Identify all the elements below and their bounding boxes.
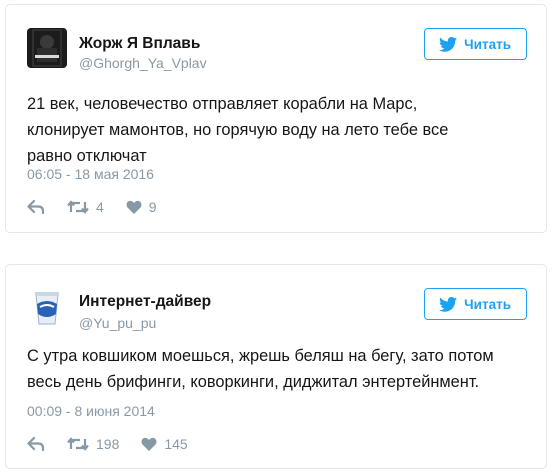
avatar[interactable]	[27, 28, 67, 68]
user-handle[interactable]: @Yu_pu_pu	[79, 315, 156, 331]
tweet-card: Жорж Я Вплавь @Ghorgh_Ya_Vplav Читать 21…	[5, 4, 547, 233]
retweet-count: 198	[96, 436, 120, 452]
retweet-icon	[67, 200, 89, 214]
retweet-button[interactable]: 198	[67, 436, 119, 452]
heart-icon	[126, 200, 142, 214]
tweet-text-line: С утра ковшиком моешься, жрешь беляш на …	[27, 347, 494, 365]
heart-icon	[141, 437, 157, 451]
tweet-text-line: весь день брифинги, коворкинги, диджитал…	[27, 373, 480, 391]
retweet-button[interactable]: 4	[67, 199, 104, 215]
twitter-bird-icon	[439, 296, 458, 312]
timestamp-link[interactable]: 00:09 - 8 июня 2014	[27, 403, 155, 419]
avatar[interactable]	[27, 288, 67, 328]
retweet-icon	[67, 437, 89, 451]
tweet-actions: 4 9	[27, 199, 157, 215]
follow-button[interactable]: Читать	[424, 28, 527, 60]
like-button[interactable]: 145	[141, 436, 188, 452]
user-handle[interactable]: @Ghorgh_Ya_Vplav	[79, 55, 207, 71]
reply-button[interactable]	[27, 200, 45, 214]
reply-icon	[27, 200, 45, 214]
like-count: 9	[148, 199, 157, 215]
follow-label: Читать	[464, 36, 511, 52]
book-cover-avatar-icon	[27, 28, 67, 68]
tweet-text: 21 век, человечество отправляет корабли …	[27, 91, 532, 169]
follow-button[interactable]: Читать	[424, 288, 527, 320]
like-count: 145	[164, 436, 188, 452]
tweet-text-line: 21 век, человечество отправляет корабли …	[27, 95, 418, 113]
tweet-feed: Жорж Я Вплавь @Ghorgh_Ya_Vplav Читать 21…	[0, 0, 552, 473]
display-name[interactable]: Жорж Я Вплавь	[79, 35, 200, 53]
follow-label: Читать	[464, 296, 511, 312]
reply-icon	[27, 437, 45, 451]
timestamp-link[interactable]: 06:05 - 18 мая 2016	[27, 166, 154, 182]
tweet-card: Интернет-дайвер @Yu_pu_pu Читать С утра …	[5, 264, 547, 469]
reply-button[interactable]	[27, 437, 45, 451]
twitter-bird-icon	[439, 36, 458, 52]
tweet-actions: 198 145	[27, 436, 188, 452]
tweet-text: С утра ковшиком моешься, жрешь беляш на …	[27, 343, 532, 395]
tweet-text-line: клонирует мамонтов, но горячую воду на л…	[27, 121, 449, 139]
retweet-count: 4	[96, 199, 104, 215]
display-name[interactable]: Интернет-дайвер	[79, 293, 211, 311]
yogurt-cup-avatar-icon	[27, 288, 67, 328]
like-button[interactable]: 9	[126, 199, 157, 215]
